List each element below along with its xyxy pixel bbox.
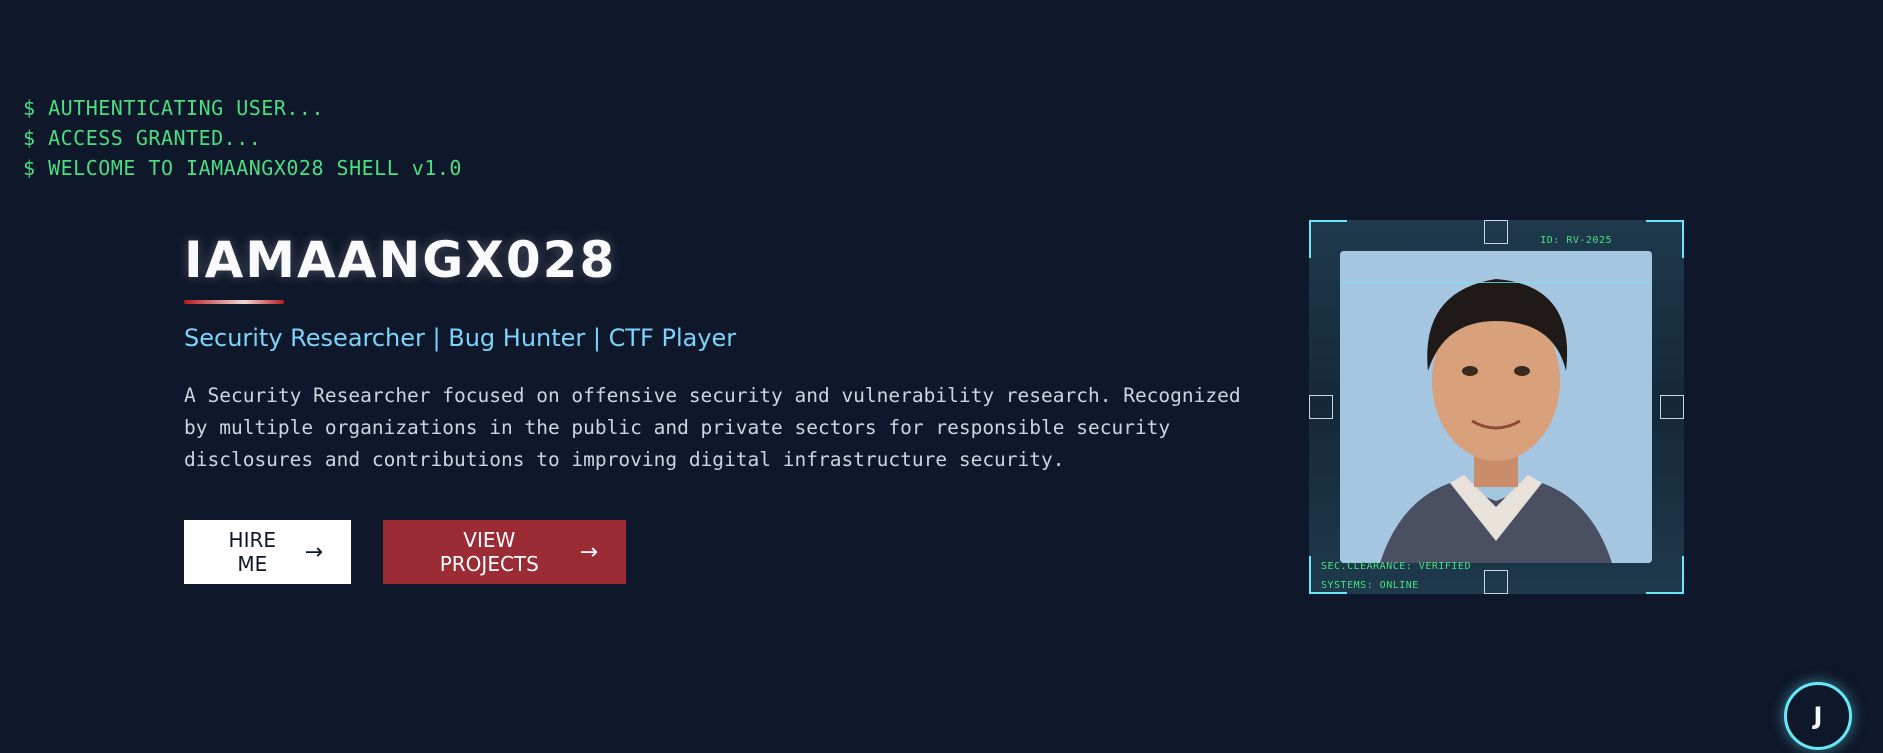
view-projects-button[interactable]: VIEW PROJECTS →: [383, 520, 626, 584]
hero-description: A Security Researcher focused on offensi…: [184, 384, 1241, 471]
view-projects-label: VIEW PROJECTS: [439, 528, 539, 576]
frame-corner: [1646, 220, 1684, 258]
frame-corner: [1646, 556, 1684, 594]
floating-avatar-button[interactable]: J: [1784, 682, 1852, 750]
hire-me-label: HIRE ME: [228, 528, 277, 576]
terminal-line: $ ACCESS GRANTED...: [23, 126, 262, 150]
profile-id-label: ID: RV-2025: [1540, 235, 1612, 246]
title-underline: [184, 300, 284, 304]
scan-line: [1340, 282, 1652, 283]
frame-marker: [1484, 570, 1508, 594]
page-title: IAMAANGX028: [184, 231, 617, 289]
hero-buttons: HIRE ME → VIEW PROJECTS →: [184, 520, 1274, 584]
frame-corner: [1309, 220, 1347, 258]
frame-marker: [1309, 395, 1333, 419]
profile-portrait: [1340, 251, 1652, 563]
frame-marker: [1660, 395, 1684, 419]
systems-status: SYSTEMS: ONLINE: [1321, 580, 1419, 591]
arrow-right-icon: →: [579, 539, 598, 565]
frame-marker: [1484, 220, 1508, 244]
profile-card: ID: RV-2025 SEC.CLEARANCE: VERIFIED SYST…: [1309, 220, 1684, 594]
terminal-line: $ WELCOME TO IAMAANGX028 SHELL v1.0: [23, 156, 462, 180]
terminal-line: $ AUTHENTICATING USER...: [23, 96, 324, 120]
hero-section: IAMAANGX028 Security Researcher | Bug Hu…: [184, 230, 1274, 584]
portrait-illustration: [1340, 251, 1652, 563]
hero-subtitle: Security Researcher | Bug Hunter | CTF P…: [184, 324, 737, 352]
arrow-right-icon: →: [304, 539, 323, 565]
hire-me-button[interactable]: HIRE ME →: [184, 520, 351, 584]
clearance-status: SEC.CLEARANCE: VERIFIED: [1321, 561, 1471, 572]
terminal-output: $ AUTHENTICATING USER... $ ACCESS GRANTE…: [23, 93, 462, 183]
